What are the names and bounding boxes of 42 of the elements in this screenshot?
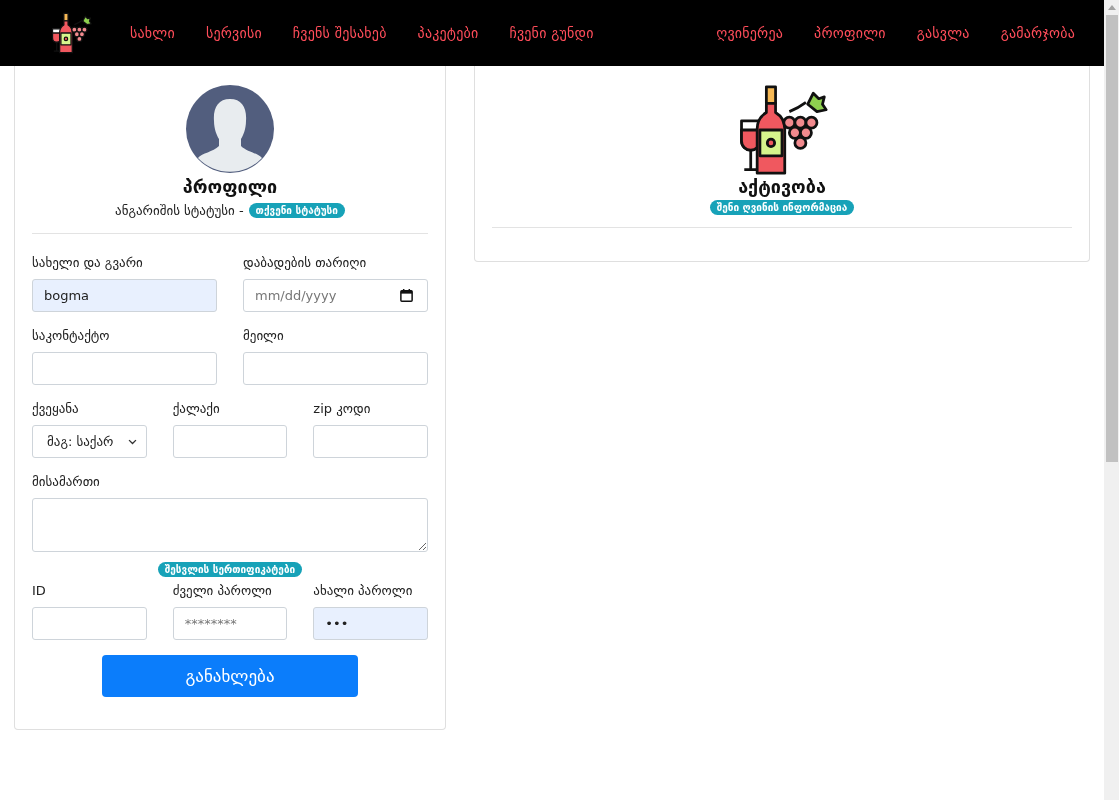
activity-title: აქტივობა bbox=[738, 176, 826, 197]
update-button[interactable]: განახლება bbox=[102, 655, 358, 697]
nav-link[interactable]: ღვინერეა bbox=[716, 25, 784, 41]
status-label: ანგარიშის სტატუსი - bbox=[115, 203, 244, 218]
field-label: საკონტაქტო bbox=[32, 327, 111, 345]
status-badge: თქვენი სტატუსი bbox=[248, 203, 345, 218]
field-label: ID bbox=[32, 582, 47, 600]
date-field[interactable]: mm/dd/yyyy bbox=[243, 279, 428, 312]
field-label: ქალაქი bbox=[172, 400, 221, 418]
field-label: სახელი და გვარი bbox=[32, 254, 144, 272]
input-field[interactable] bbox=[313, 425, 428, 458]
field-label: ახალი პაროლი bbox=[313, 582, 414, 600]
field-label: მეილი bbox=[243, 327, 285, 345]
nav-link[interactable]: სახლი bbox=[130, 25, 175, 41]
profile-title: პროფილი bbox=[182, 176, 278, 197]
input-field[interactable] bbox=[32, 607, 147, 640]
field-label: მისამართი bbox=[32, 473, 101, 491]
nav-link[interactable]: გასვლა bbox=[916, 25, 970, 41]
wine-bottle-grapes-icon[interactable] bbox=[50, 12, 92, 54]
input-field[interactable]: bogma bbox=[32, 279, 217, 312]
field-label: ძველი პაროლი bbox=[172, 582, 273, 600]
nav-link[interactable]: გამარჯობა bbox=[1000, 25, 1075, 41]
nav-link[interactable]: პაკეტები bbox=[417, 25, 479, 41]
calendar-icon[interactable] bbox=[399, 288, 414, 303]
nav-link[interactable]: ჩვენი გუნდი bbox=[509, 25, 594, 41]
input-field[interactable]: ••• bbox=[313, 607, 428, 640]
textarea-field[interactable] bbox=[32, 498, 428, 552]
country-select[interactable]: მაგ: საქარ bbox=[32, 425, 147, 458]
nav-link[interactable]: სერვისი bbox=[205, 25, 262, 41]
input-field[interactable] bbox=[243, 352, 428, 385]
avatar-silhouette-icon bbox=[186, 85, 274, 173]
nav-link[interactable]: ჩვენს შესახებ bbox=[292, 25, 387, 41]
field-label: ქვეყანა bbox=[32, 400, 80, 418]
input-field[interactable] bbox=[32, 352, 217, 385]
scrollbar[interactable] bbox=[1104, 0, 1119, 800]
input-field[interactable] bbox=[172, 425, 288, 458]
field-label: დაბადების თარიღი bbox=[243, 254, 368, 272]
field-label: zip კოდი bbox=[313, 400, 372, 418]
input-field[interactable]: ******** bbox=[172, 607, 288, 640]
wine-info-badge: შენი ღვინის ინფორმაცია bbox=[709, 200, 855, 215]
nav-link[interactable]: პროფილი bbox=[814, 25, 886, 41]
section-badge: შესვლის სერთიფიკატები bbox=[157, 562, 303, 577]
